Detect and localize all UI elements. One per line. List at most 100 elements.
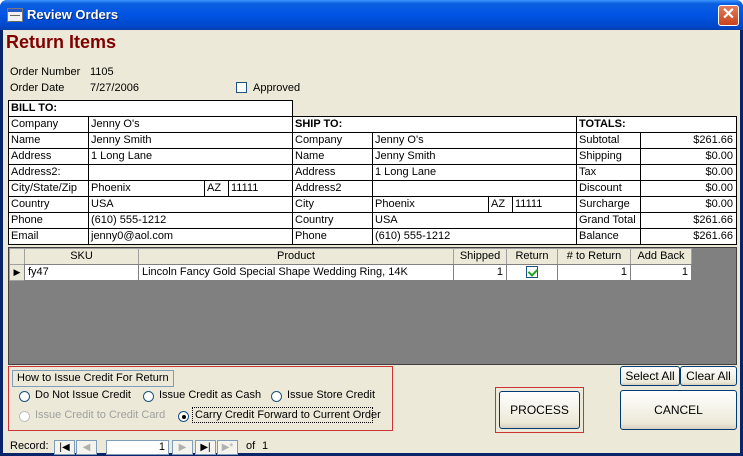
- first-record-icon[interactable]: |◀: [54, 440, 75, 455]
- ship-name-field[interactable]: Jenny Smith: [372, 148, 577, 165]
- new-record-icon[interactable]: ▶*: [217, 440, 238, 455]
- return-items-grid[interactable]: SKU Product Shipped Return # to Return A…: [8, 247, 737, 365]
- record-total: 1: [262, 440, 269, 452]
- radio-issue-store-credit[interactable]: [271, 391, 282, 402]
- column-header-sku[interactable]: SKU: [24, 248, 139, 265]
- bill-city-field[interactable]: Phoenix: [88, 180, 205, 197]
- ship-phone-label: Phone: [292, 228, 373, 245]
- grand-total-value: $261.66: [640, 212, 737, 229]
- cancel-button[interactable]: CANCEL: [620, 390, 737, 430]
- subtotal-label: Subtotal: [576, 132, 641, 149]
- bill-address2-field[interactable]: [88, 164, 293, 181]
- close-icon[interactable]: ✕: [718, 5, 739, 26]
- ship-country-label: Country: [292, 212, 373, 229]
- ship-address2-label: Address2: [292, 180, 373, 197]
- bill-country-field[interactable]: USA: [88, 196, 293, 213]
- process-button[interactable]: PROCESS: [499, 391, 580, 429]
- previous-record-icon[interactable]: ◀: [76, 440, 97, 455]
- app-icon: [7, 8, 23, 22]
- balance-label: Balance: [576, 228, 641, 245]
- bill-company-field[interactable]: Jenny O's: [88, 116, 293, 133]
- totals-header: TOTALS:: [576, 116, 737, 133]
- radio-do-not-issue-credit[interactable]: [19, 391, 30, 402]
- bill-email-field[interactable]: jenny0@aol.com: [88, 228, 293, 245]
- bill-citystatezip-label: City/State/Zip: [8, 180, 89, 197]
- ship-state-field[interactable]: AZ: [488, 196, 513, 213]
- ship-address2-field[interactable]: [372, 180, 577, 197]
- bill-phone-field[interactable]: (610) 555-1212: [88, 212, 293, 229]
- record-label: Record:: [10, 440, 49, 452]
- ship-name-label: Name: [292, 148, 373, 165]
- radio-issue-credit-cash[interactable]: [143, 391, 154, 402]
- balance-value: $261.66: [640, 228, 737, 245]
- order-number-value: 1105: [90, 66, 114, 78]
- ship-company-label: Company: [292, 132, 373, 149]
- credit-options-label: How to Issue Credit For Return: [12, 370, 174, 387]
- discount-label: Discount: [576, 180, 641, 197]
- discount-value: $0.00: [640, 180, 737, 197]
- window: Review Orders ✕ Return Items Order Numbe…: [0, 0, 743, 456]
- bill-address-field[interactable]: 1 Long Lane: [88, 148, 293, 165]
- ship-company-field[interactable]: Jenny O's: [372, 132, 577, 149]
- column-header-return[interactable]: Return: [506, 248, 558, 265]
- carry-forward-label: Carry Credit Forward to Current Order: [195, 409, 381, 421]
- radio-credit-card: [19, 411, 30, 422]
- page-title: Return Items: [6, 32, 117, 52]
- ship-address-label: Address: [292, 164, 373, 181]
- credit-card-label: Issue Credit to Credit Card: [35, 409, 166, 421]
- surcharge-value: $0.00: [640, 196, 737, 213]
- bill-phone-label: Phone: [8, 212, 89, 229]
- clear-all-button[interactable]: Clear All: [680, 366, 737, 386]
- select-all-button[interactable]: Select All: [620, 366, 680, 386]
- issue-store-credit-label: Issue Store Credit: [287, 389, 376, 401]
- issue-credit-cash-label: Issue Credit as Cash: [159, 389, 262, 401]
- ship-address-field[interactable]: 1 Long Lane: [372, 164, 577, 181]
- bill-name-label: Name: [8, 132, 89, 149]
- bill-address2-label: Address2:: [8, 164, 89, 181]
- ship-to-header: SHIP TO:: [292, 116, 577, 133]
- approved-checkbox[interactable]: [236, 82, 247, 93]
- tax-label: Tax: [576, 164, 641, 181]
- bill-address-label: Address: [8, 148, 89, 165]
- column-header-product[interactable]: Product: [138, 248, 454, 265]
- last-record-icon[interactable]: ▶|: [195, 440, 216, 455]
- bill-state-field[interactable]: AZ: [204, 180, 229, 197]
- next-record-icon[interactable]: ▶: [172, 440, 193, 455]
- record-number-input[interactable]: 1: [106, 440, 169, 455]
- ship-city-field[interactable]: Phoenix: [372, 196, 489, 213]
- ship-country-field[interactable]: USA: [372, 212, 577, 229]
- subtotal-value: $261.66: [640, 132, 737, 149]
- surcharge-label: Surcharge: [576, 196, 641, 213]
- item-shipped[interactable]: 1: [453, 264, 507, 281]
- row-pointer-icon[interactable]: ▶: [9, 264, 25, 281]
- bill-name-field[interactable]: Jenny Smith: [88, 132, 293, 149]
- approved-label: Approved: [253, 82, 301, 94]
- item-return-checkbox[interactable]: [526, 266, 538, 279]
- do-not-issue-credit-label: Do Not Issue Credit: [35, 389, 131, 401]
- order-date-label: Order Date: [10, 82, 65, 94]
- item-product[interactable]: Lincoln Fancy Gold Special Shape Wedding…: [138, 264, 454, 281]
- column-header-shipped[interactable]: Shipped: [453, 248, 507, 265]
- of-label: of: [246, 440, 256, 452]
- column-header-add-back[interactable]: Add Back: [630, 248, 692, 265]
- item-sku[interactable]: fy47: [24, 264, 139, 281]
- bill-zip-field[interactable]: 11111: [228, 180, 293, 197]
- ship-zip-field[interactable]: 11111: [512, 196, 577, 213]
- item-add-back[interactable]: 1: [630, 264, 692, 281]
- credit-options-group: How to Issue Credit For Return Do Not Is…: [8, 366, 393, 431]
- radio-carry-forward[interactable]: [178, 411, 189, 422]
- ship-phone-field[interactable]: (610) 555-1212: [372, 228, 577, 245]
- bill-country-label: Country: [8, 196, 89, 213]
- item-return-cell: [506, 264, 558, 281]
- tax-value: $0.00: [640, 164, 737, 181]
- order-date-value: 7/27/2006: [90, 82, 139, 94]
- item-to-return[interactable]: 1: [557, 264, 631, 281]
- ship-city-label: City: [292, 196, 373, 213]
- shipping-value: $0.00: [640, 148, 737, 165]
- shipping-label: Shipping: [576, 148, 641, 165]
- grand-total-label: Grand Total: [576, 212, 641, 229]
- bill-email-label: Email: [8, 228, 89, 245]
- title-bar[interactable]: Review Orders ✕: [0, 0, 743, 30]
- column-header-to-return[interactable]: # to Return: [557, 248, 631, 265]
- bill-company-label: Company: [8, 116, 89, 133]
